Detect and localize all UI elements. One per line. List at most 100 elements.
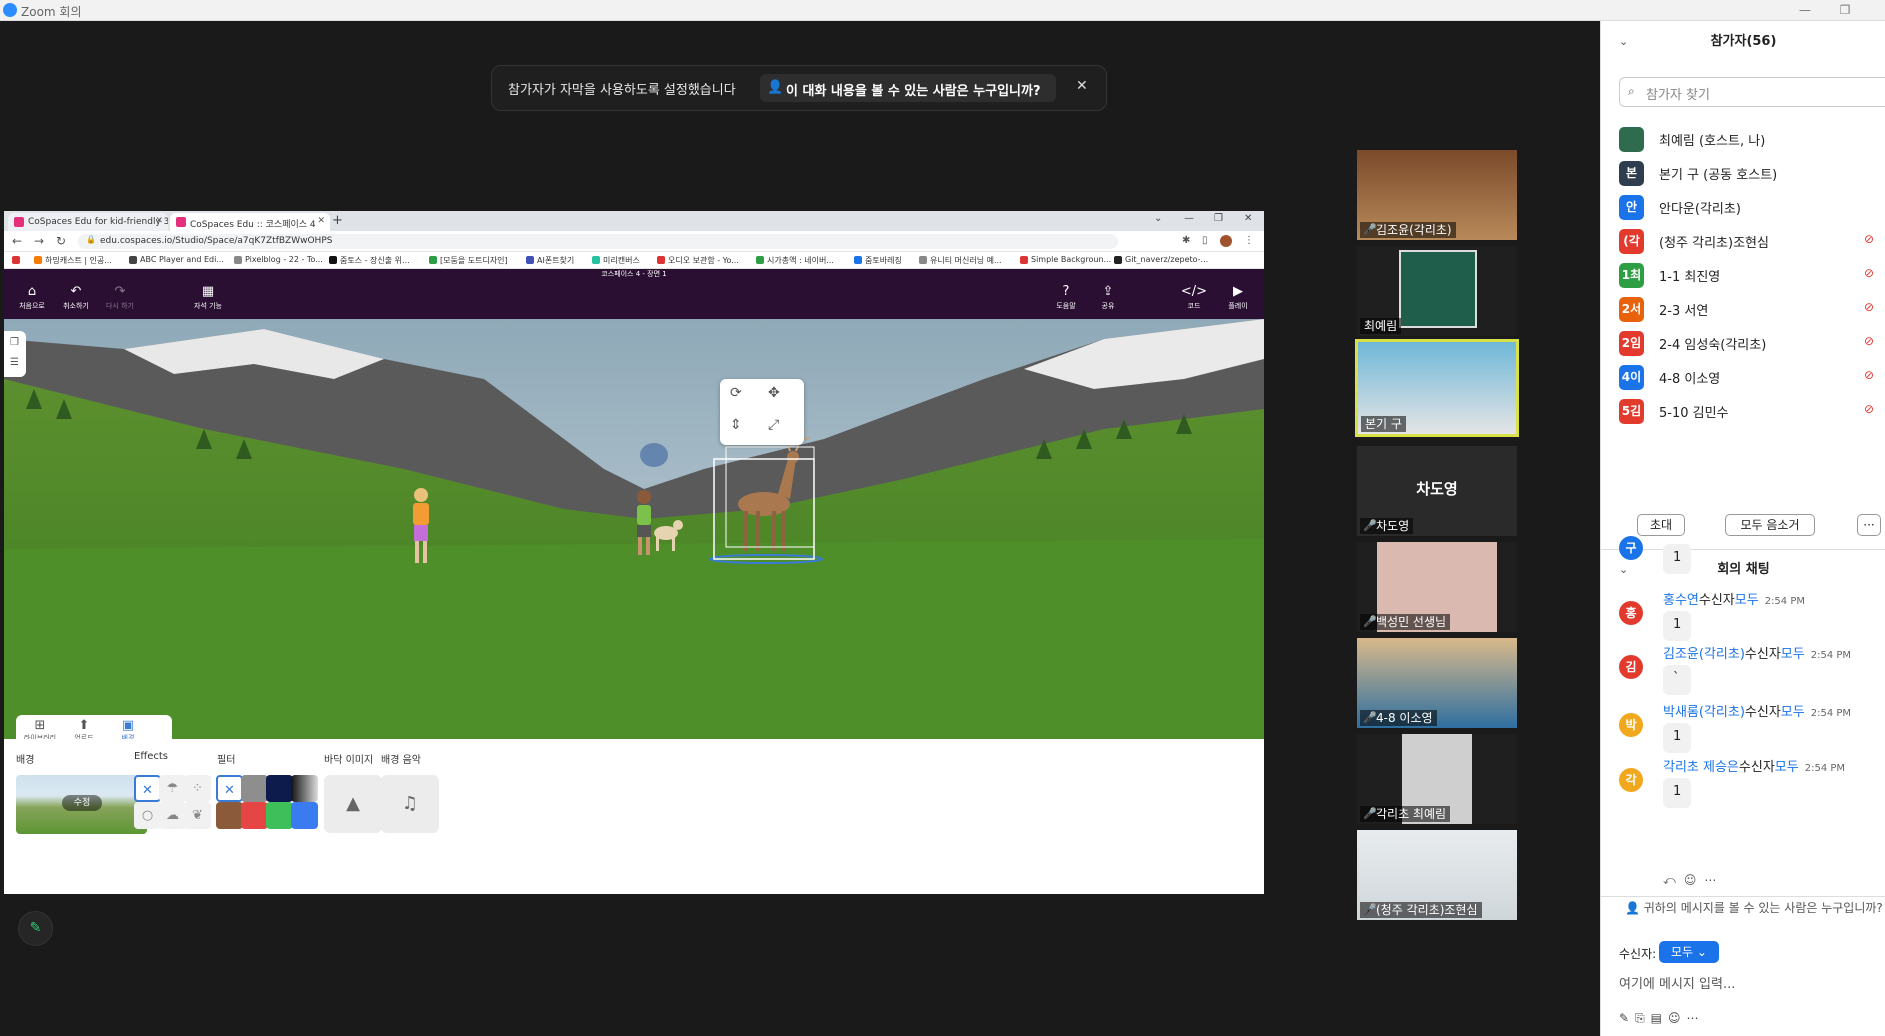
snap-button[interactable]: ▦ 자석 기능 [188, 284, 228, 311]
video-tile[interactable]: 🎤 4-8 이소영 [1357, 638, 1517, 728]
chat-sender: 김조윤(각리초) [1663, 647, 1745, 662]
more-options-button[interactable]: ··· [1857, 514, 1881, 536]
undo-button[interactable]: ↶ 취소하기 [56, 284, 96, 311]
browser-close-icon[interactable]: ✕ [1244, 213, 1252, 224]
recipient-select[interactable]: 모두 ⌄ [1659, 941, 1719, 963]
active-speaker-tile[interactable]: 본기 구 [1355, 339, 1519, 437]
rotate-icon[interactable]: ⟳ [730, 385, 742, 401]
bookmark-item[interactable]: AI폰트찾기 [526, 255, 574, 266]
chevron-down-icon[interactable]: ⌄ [1619, 23, 1628, 61]
bookmark-item[interactable]: 줌토바레징 [854, 255, 902, 266]
effect-none-swatch[interactable]: ✕ [134, 775, 161, 802]
edit-background-button[interactable]: 수정 [62, 795, 102, 811]
3d-scene-viewport[interactable]: ❐ ☰ ⟳ ✥ ⇕ ⤢ [4, 319, 1264, 739]
video-tile[interactable]: 🎤 (청주 각리초)조현심 [1357, 830, 1517, 920]
minimize-button[interactable]: — [1790, 1, 1820, 19]
floor-image-button[interactable]: ▲ [324, 775, 382, 833]
bookmark-item[interactable]: 오디오 보관함 - Yo... [657, 255, 739, 266]
forward-icon[interactable]: → [34, 234, 44, 248]
redo-button[interactable]: ↷ 다시 하기 [100, 284, 140, 311]
filter-cloud-swatch[interactable] [241, 775, 268, 802]
chat-message-input[interactable]: 여기에 메시지 입력... [1619, 973, 1735, 992]
bookmark-item[interactable]: 하밍캐스트 | 인공... [34, 255, 112, 266]
bookmark-item[interactable]: 줌토스 - 장신출 위... [329, 255, 410, 266]
file-icon[interactable]: ▤ [1651, 1011, 1668, 1025]
bookmark-item[interactable]: ABC Player and Edi... [129, 255, 224, 264]
more-icon[interactable]: ⋯ [1704, 873, 1724, 887]
video-tile[interactable]: 🎤 백성민 선생님 [1357, 542, 1517, 632]
share-button[interactable]: ⇪ 공유 [1088, 284, 1128, 311]
home-button[interactable]: ⌂ 처음으로 [12, 284, 52, 311]
caption-visibility-button[interactable]: 👤 이 대화 내용을 볼 수 있는 사람은 누구입니까? [760, 74, 1056, 102]
filter-sepia-swatch[interactable] [216, 802, 243, 829]
effect-storm-swatch[interactable]: ☁ [159, 802, 186, 829]
reload-icon[interactable]: ↻ [56, 234, 66, 248]
background-thumbnail[interactable]: 수정 [16, 775, 147, 834]
bookmark-label: 미리캔버스 [603, 256, 640, 265]
new-tab-icon[interactable]: + [332, 213, 343, 228]
extensions-icon[interactable]: ✱ [1182, 235, 1190, 246]
move-icon[interactable]: ✥ [768, 385, 780, 401]
code-button[interactable]: </> 코드 [1174, 284, 1214, 311]
chat-privacy-note[interactable]: 👤 귀하의 메시지를 볼 수 있는 사람은 누구입니까? [1625, 899, 1883, 916]
video-tile[interactable]: 🎤 김조윤(각리초) [1357, 150, 1517, 240]
bookmark-item[interactable]: 미리캔버스 [592, 255, 640, 266]
filter-night-swatch[interactable] [266, 775, 293, 802]
browser-tab[interactable]: CoSpaces Edu for kid-friendly 3 ✕ [8, 213, 168, 231]
muted-mic-icon: ⊘ [1864, 334, 1875, 348]
bookmark-item[interactable]: 시가총액 : 네이버... [756, 255, 834, 266]
invite-button[interactable]: 초대 [1637, 514, 1685, 536]
url-field[interactable]: 🔒 edu.cospaces.io/Studio/Space/a7qK7ZtfBZ… [78, 234, 1118, 249]
screenshot-icon[interactable]: ⎘ [1635, 1011, 1651, 1025]
filter-green-swatch[interactable] [266, 802, 293, 829]
more-icon[interactable]: ⋯ [1687, 1011, 1705, 1025]
emoji-icon[interactable]: ☺ [1668, 1011, 1687, 1025]
close-tab-icon[interactable]: ✕ [155, 216, 163, 226]
sidepanel-icon[interactable]: ▯ [1202, 235, 1208, 246]
filter-blue-swatch[interactable] [291, 802, 318, 829]
close-icon[interactable]: ✕ [1076, 78, 1088, 94]
bookmark-item[interactable]: 유니티 머신러닝 예... [919, 255, 1002, 266]
video-tile[interactable]: 차도영 🎤 차도영 [1357, 446, 1517, 536]
participant-search-input[interactable]: ⌕ 참가자 찾기 [1619, 77, 1885, 107]
chat-bubble: 1 [1663, 778, 1692, 808]
emoji-icon[interactable]: ☺ [1684, 873, 1705, 887]
video-tile[interactable]: 🎤 각리초 최예림 [1357, 734, 1517, 824]
profile-avatar[interactable] [1220, 235, 1232, 247]
bookmark-item[interactable]: [모둠을 도트디자인] [429, 255, 508, 266]
muted-mic-icon: ⊘ [1864, 368, 1875, 382]
back-icon[interactable]: ← [12, 234, 22, 248]
mute-all-button[interactable]: 모두 음소거 [1725, 514, 1815, 536]
tab-search-icon[interactable]: ⌄ [1154, 213, 1162, 224]
close-tab-icon[interactable]: ✕ [317, 216, 325, 226]
browser-tab-active[interactable]: CoSpaces Edu :: 코스페이스 4 ✕ [170, 213, 330, 231]
bookmark-item[interactable]: Git_naverz/zepeto-... [1114, 255, 1208, 264]
list-icon[interactable]: ☰ [10, 357, 19, 368]
video-tile[interactable]: 최예림 [1357, 246, 1517, 336]
effect-bubbles-swatch[interactable]: ○ [134, 802, 161, 829]
effect-rain-swatch[interactable]: ☂ [159, 775, 186, 802]
background-music-button[interactable]: ♫ [381, 775, 439, 833]
effect-leaves-swatch[interactable]: ❦ [184, 802, 211, 829]
filter-red-swatch[interactable] [241, 802, 268, 829]
lift-icon[interactable]: ⇕ [730, 417, 742, 433]
restore-button[interactable]: ❐ [1830, 1, 1860, 19]
effect-snow-swatch[interactable]: ⁘ [184, 775, 211, 802]
format-icon[interactable]: ✎ [1619, 1011, 1635, 1025]
browser-minimize-icon[interactable]: — [1184, 213, 1194, 224]
scale-icon[interactable]: ⤢ [768, 417, 779, 433]
participant-row[interactable]: 5김 5-10 김민수 ⊘ [1619, 391, 1885, 432]
play-button[interactable]: ▶ 플레이 [1218, 284, 1258, 311]
help-button[interactable]: ? 도움말 [1046, 284, 1086, 311]
filter-grayscale-swatch[interactable] [291, 775, 318, 802]
browser-menu-icon[interactable]: ⋮ [1244, 235, 1254, 246]
bookmark-item[interactable]: Pixelblog - 22 - To... [234, 255, 323, 264]
muted-mic-icon: ⊘ [1864, 232, 1875, 246]
annotate-pen-icon[interactable]: ✎ [18, 911, 53, 946]
reply-icon[interactable]: ⤺ [1663, 873, 1684, 887]
browser-restore-icon[interactable]: ❐ [1214, 213, 1223, 224]
bookmark-item[interactable]: Simple Backgroun... [1020, 255, 1111, 264]
filter-none-swatch[interactable]: ✕ [216, 775, 243, 802]
layers-icon[interactable]: ❐ [10, 337, 19, 348]
chat-recipient-label: 수신자 [1698, 593, 1735, 608]
